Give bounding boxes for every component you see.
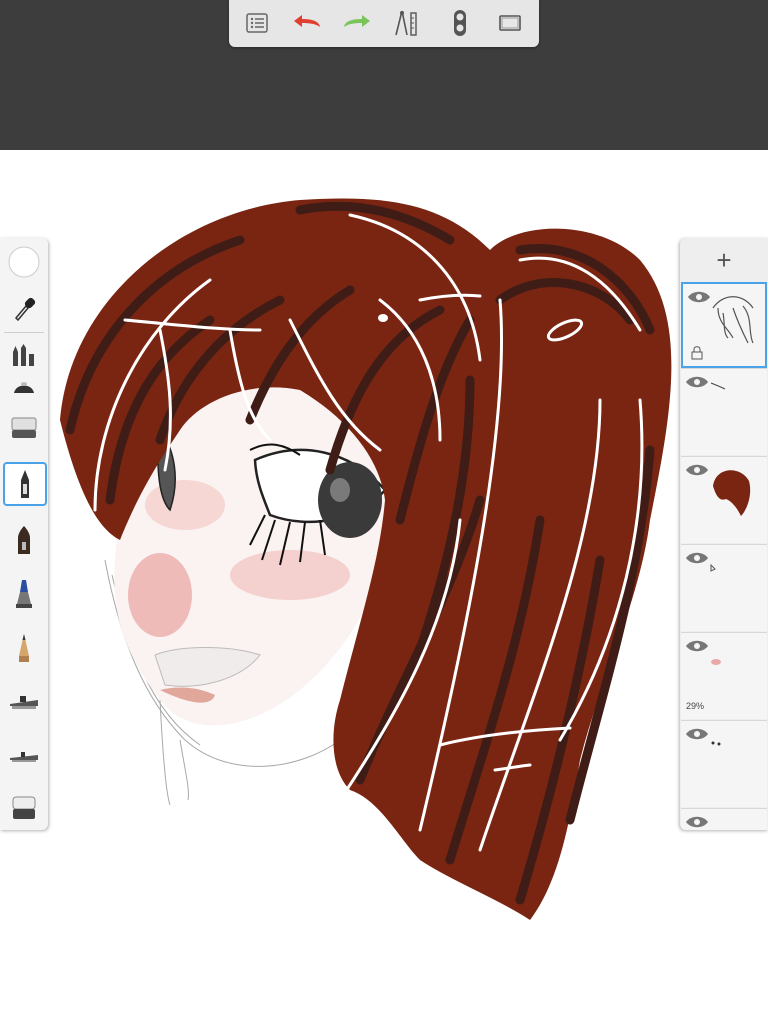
redo-button[interactable]	[339, 6, 375, 40]
layer-panel: + 29%	[680, 238, 768, 830]
lock-icon	[691, 346, 703, 360]
brush-panel	[0, 238, 48, 830]
layer-lines[interactable]	[681, 368, 767, 455]
ruler-icon	[395, 10, 417, 36]
layer-thumbnail	[713, 470, 751, 516]
smudge-icon	[14, 382, 34, 393]
airbrush-button[interactable]	[2, 680, 46, 724]
color-swatch-icon	[8, 246, 40, 278]
marker-icon	[16, 580, 32, 608]
smudge-button[interactable]	[2, 372, 46, 402]
eyedropper-icon	[14, 297, 36, 322]
ballpoint-pen-icon	[21, 470, 29, 498]
layer-thumbnail	[711, 741, 721, 746]
eyedropper-button[interactable]	[2, 286, 46, 330]
redo-icon	[344, 15, 370, 27]
eraser-button[interactable]	[2, 786, 46, 830]
pen-button[interactable]	[2, 518, 46, 562]
menu-icon	[246, 13, 268, 33]
layers-toggle-button[interactable]	[442, 6, 478, 40]
layer-details[interactable]	[681, 720, 767, 807]
ballpoint-pen-button[interactable]	[3, 462, 47, 506]
layer-thumbnail	[710, 382, 726, 390]
layer-opacity-label: 29%	[686, 701, 705, 711]
pen-icon	[18, 526, 30, 554]
layer-hair-color[interactable]	[681, 456, 767, 543]
layer-thumbnail	[710, 563, 716, 572]
artwork	[60, 198, 672, 920]
menu-button[interactable]	[239, 6, 275, 40]
panel-divider	[4, 332, 44, 333]
eye-icon[interactable]	[685, 815, 709, 829]
color-swatch-button[interactable]	[2, 240, 46, 284]
layer-blush[interactable]: 29%	[681, 632, 767, 719]
layers-toggle-icon	[454, 10, 466, 36]
pencil-button[interactable]	[2, 626, 46, 670]
pencil-icon	[19, 634, 29, 662]
brush-properties-icon	[13, 344, 34, 366]
layer-thumbnail	[712, 296, 754, 344]
add-layer-button[interactable]: +	[680, 238, 768, 282]
layer-eye[interactable]	[681, 544, 767, 631]
undo-button[interactable]	[289, 6, 325, 40]
fullscreen-button[interactable]	[492, 6, 528, 40]
main-toolbar	[229, 0, 539, 47]
layer-next[interactable]	[681, 808, 767, 830]
fullscreen-icon	[499, 15, 521, 31]
marker-button[interactable]	[2, 572, 46, 616]
undo-icon	[294, 15, 320, 27]
layer-hair-lines[interactable]	[681, 282, 767, 368]
eraser-soft-button[interactable]	[2, 406, 46, 450]
drawing-canvas[interactable]	[0, 150, 768, 1024]
top-bar	[0, 0, 768, 150]
add-layer-label: +	[716, 245, 732, 275]
eraser-soft-icon	[11, 417, 37, 438]
airbrush-icon	[10, 696, 38, 709]
airbrush-fine-button[interactable]	[2, 734, 46, 778]
airbrush-fine-icon	[10, 752, 38, 762]
ruler-button[interactable]	[388, 6, 424, 40]
eraser-icon	[12, 796, 36, 819]
layer-thumbnail	[711, 659, 721, 665]
